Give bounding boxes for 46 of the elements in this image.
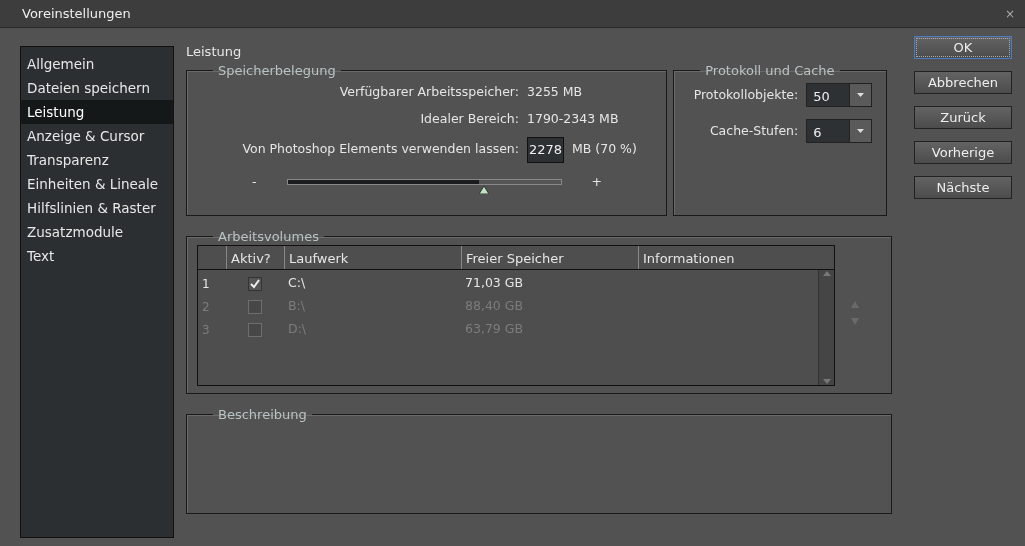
- sidebar-item[interactable]: Hilfslinien & Raster: [21, 196, 173, 220]
- sidebar-item[interactable]: Transparenz: [21, 148, 173, 172]
- sidebar-item[interactable]: Anzeige & Cursor: [21, 124, 173, 148]
- sidebar-item[interactable]: Dateien speichern: [21, 76, 173, 100]
- field-label: Cache-Stufen:: [708, 121, 799, 140]
- input-field[interactable]: 2278: [527, 136, 564, 163]
- field-value: 1790-2343 MB: [527, 109, 619, 128]
- group-title: Speicherbelegung: [217, 64, 337, 77]
- table-cell-text: C:\: [287, 274, 307, 293]
- sidebar-item[interactable]: Einheiten & Lineale: [21, 172, 173, 196]
- field-label: Von Photoshop Elements verwenden lassen:: [241, 140, 519, 159]
- checkbox[interactable]: [248, 276, 262, 291]
- move-up-icon[interactable]: [851, 301, 859, 308]
- sidebar-item[interactable]: Zusatzmodule: [21, 220, 173, 244]
- row-number: 1: [201, 275, 211, 293]
- move-down-icon[interactable]: [851, 318, 859, 325]
- page-title: Leistung: [186, 43, 243, 61]
- dropdown[interactable]: 6: [806, 119, 873, 143]
- column-header[interactable]: Informationen: [638, 246, 812, 269]
- unit-label: MB (70 %): [572, 140, 637, 159]
- table-cell-text: 71,03 GB: [464, 274, 525, 293]
- minus-label: -: [252, 172, 257, 191]
- column-header[interactable]: Laufwerk: [284, 246, 461, 269]
- scroll-down-icon[interactable]: [822, 379, 831, 385]
- group-title: Beschreibung: [217, 408, 308, 421]
- sidebar-item[interactable]: Allgemein: [21, 52, 173, 76]
- close-button[interactable]: ×: [1004, 4, 1015, 23]
- group-title: Protokoll und Cache: [704, 64, 836, 77]
- field-label: Protokollobjekte:: [692, 85, 799, 104]
- dropdown[interactable]: 50: [806, 83, 873, 107]
- field-value: 3255 MB: [527, 83, 583, 101]
- plus-label: +: [591, 172, 602, 191]
- dialog-button[interactable]: Nächste: [914, 176, 1012, 199]
- field-label: Verfügbarer Arbeitsspeicher:: [338, 83, 519, 101]
- column-header[interactable]: Aktiv?: [226, 246, 284, 269]
- sidebar-item[interactable]: Text: [21, 244, 173, 268]
- sidebar-item[interactable]: Leistung: [21, 100, 173, 124]
- window-title: Voreinstellungen: [22, 4, 131, 23]
- dialog-button[interactable]: Abbrechen: [914, 71, 1012, 94]
- column-header[interactable]: Freier Speicher: [461, 246, 638, 269]
- dialog-button[interactable]: OK: [914, 36, 1012, 59]
- scrollbar[interactable]: [818, 270, 834, 385]
- dialog-button[interactable]: Zurück: [914, 106, 1012, 129]
- field-label: Idealer Bereich:: [419, 109, 519, 128]
- dialog-button[interactable]: Vorherige: [914, 141, 1012, 164]
- group-title: Arbeitsvolumes: [217, 230, 320, 243]
